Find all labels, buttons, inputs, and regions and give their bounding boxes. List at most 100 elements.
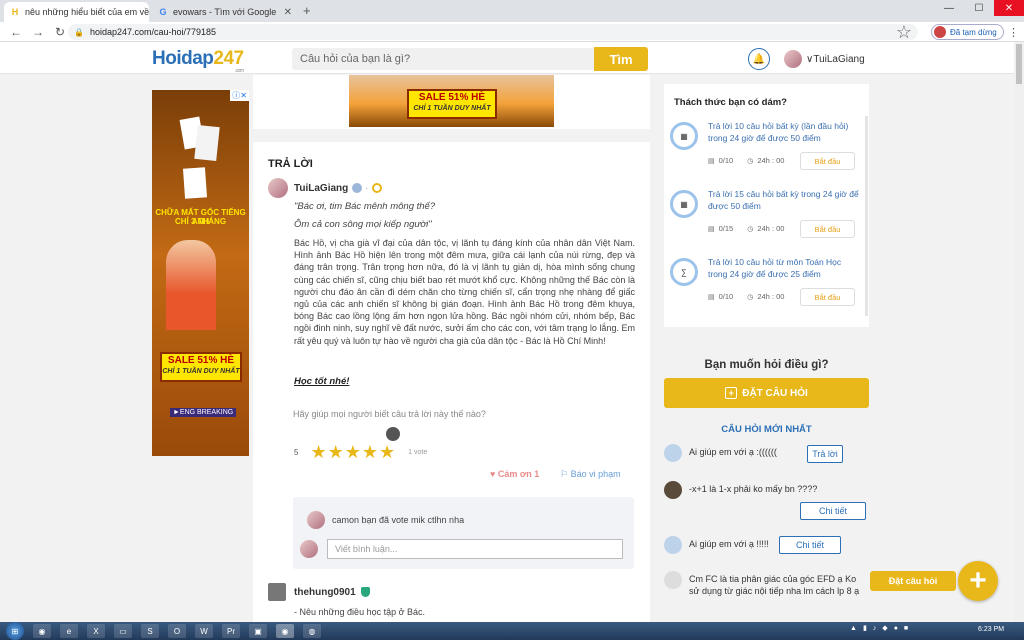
tray-icon[interactable]: ●: [894, 625, 898, 632]
logo-suffix: .com: [234, 68, 244, 74]
detail-button[interactable]: Chi tiết: [779, 536, 841, 554]
star-icon[interactable]: ★: [310, 443, 326, 461]
answer-author[interactable]: TuiLaGiang ·: [268, 178, 383, 198]
volume-icon[interactable]: ♪: [873, 625, 877, 632]
chrome-icon[interactable]: ◉: [33, 624, 51, 638]
list-item[interactable]: -x+1 là 1-x phải ko mấy bn ???? Chi tiết: [664, 481, 869, 521]
challenge-progress: 0/10: [718, 292, 734, 301]
bell-icon[interactable]: 🔔: [748, 48, 770, 70]
menu-dots-icon[interactable]: ⋮: [1008, 26, 1019, 39]
minimize-icon[interactable]: —: [934, 0, 964, 16]
browser-tab-active[interactable]: H nêu những hiểu biết của em về c ✕: [4, 2, 149, 22]
star-rating[interactable]: 5 ★ ★ ★ ★ ★ 1 vote: [294, 443, 427, 461]
premiere-icon[interactable]: Pr: [222, 624, 240, 638]
ie-icon[interactable]: e: [60, 624, 78, 638]
separator-dot: ·: [365, 183, 369, 193]
sale-subtitle: CHỈ 1 TUẦN DUY NHẤT: [162, 368, 240, 375]
top-banner-ad[interactable]: SALE 51% HÈ CHỈ 1 TUẦN DUY NHẤT: [349, 75, 554, 127]
back-icon[interactable]: ←: [10, 25, 22, 39]
start-challenge-button[interactable]: Bắt đầu: [800, 152, 855, 170]
star-icon[interactable]: ★: [328, 443, 344, 461]
comment-input[interactable]: Viết bình luận...: [327, 539, 623, 559]
add-question-icon: +: [725, 387, 738, 399]
answer-2-text: - Nêu những điều học tập ở Bác.: [294, 607, 426, 617]
answer-2-author[interactable]: thehung0901: [268, 583, 370, 601]
taskbar-clock[interactable]: 6:23 PM: [978, 626, 1004, 633]
avatar: [664, 481, 682, 499]
question-text[interactable]: -x+1 là 1-x phải ko mấy bn ????: [689, 483, 867, 495]
star-icon[interactable]: ★: [362, 443, 378, 461]
word-icon[interactable]: W: [195, 624, 213, 638]
answer-button[interactable]: Trả lời: [807, 445, 843, 463]
ask-fab-button[interactable]: +: [958, 561, 998, 601]
browser-tab-google[interactable]: G evowars - Tìm với Google ✕: [152, 2, 298, 22]
maximize-icon[interactable]: ☐: [964, 0, 994, 16]
start-challenge-button[interactable]: Bắt đầu: [800, 220, 855, 238]
windows-taskbar: ⊞ ◉ e X ▭ S O W Pr ▣ ◉ ◍ ▲ ▮ ♪ ◆ ● ■ 6:2…: [0, 622, 1024, 640]
profile-avatar: [934, 26, 946, 38]
app-icon[interactable]: ◍: [303, 624, 321, 638]
avatar: [268, 178, 288, 198]
list-item[interactable]: Ai giúp em với ạ :(((((( Trả lời: [664, 444, 869, 484]
logo-number: 247: [213, 48, 244, 69]
ask-question-button[interactable]: + ĐẶT CÂU HỎI: [664, 378, 869, 408]
author-name[interactable]: TuiLaGiang: [294, 183, 348, 194]
author-name[interactable]: thehung0901: [294, 587, 356, 598]
star-icon[interactable]: ★: [379, 443, 395, 461]
challenge-time: 24h : 00: [757, 292, 785, 301]
question-text[interactable]: Cm FC là tia phân giác của góc EFD ạ Ko …: [689, 573, 867, 597]
clock-icon: ◷: [747, 225, 754, 233]
new-tab-icon[interactable]: +: [303, 3, 311, 18]
challenge-scrollbar[interactable]: [865, 116, 868, 316]
forward-icon[interactable]: →: [32, 25, 44, 39]
avatar: [664, 536, 682, 554]
user-menu[interactable]: ∨ TuiLaGiang: [784, 50, 865, 68]
list-icon: ▤: [708, 157, 715, 165]
bookmark-star-icon[interactable]: ☆: [896, 23, 912, 41]
chrome-active-icon[interactable]: ◉: [276, 624, 294, 638]
folder-icon[interactable]: ▭: [114, 624, 132, 638]
ad-choices-icon[interactable]: ⓘ✕: [230, 90, 249, 101]
excel-icon[interactable]: X: [87, 624, 105, 638]
browser-toolbar: ← → ↻ 🔒 hoidap247.com/cau-hoi/779185 ☆ Đ…: [0, 22, 1024, 42]
star-icon[interactable]: ★: [345, 443, 361, 461]
ad-person-image: [166, 240, 216, 330]
list-item[interactable]: Ai giúp em với ạ !!!!! Chi tiết: [664, 536, 869, 566]
tray-icon[interactable]: ■: [904, 625, 908, 632]
new-questions-title: CÂU HỎI MỚI NHẤT: [721, 424, 812, 435]
answer-quote-1: "Bác ơi, tim Bác mênh mông thế?: [294, 201, 436, 212]
outlook-icon[interactable]: O: [168, 624, 186, 638]
scrollbar-thumb[interactable]: [1016, 44, 1022, 84]
book-image: [194, 124, 220, 162]
avatar: [307, 511, 325, 529]
start-challenge-button[interactable]: Bắt đầu: [800, 288, 855, 306]
site-logo[interactable]: Hoidap247 .com: [152, 48, 244, 74]
thanks-button[interactable]: ♥ Cảm ơn 1: [490, 469, 539, 479]
list-item[interactable]: Cm FC là tia phân giác của góc EFD ạ Ko …: [664, 571, 869, 615]
left-banner-ad[interactable]: ⓘ✕ CHỮA MẤT GỐC TIẾNG ANH CHỈ 3 THÁNG SA…: [152, 90, 249, 456]
skype-icon[interactable]: S: [141, 624, 159, 638]
search-button[interactable]: Tìm: [594, 47, 648, 71]
ask-button-label: ĐẶT CÂU HỎI: [742, 387, 808, 399]
profile-button[interactable]: Đã tạm dừng: [931, 24, 1004, 40]
start-button-icon[interactable]: ⊞: [6, 622, 24, 640]
search-input[interactable]: Câu hỏi của bạn là gì?: [292, 48, 594, 70]
tray-icon[interactable]: ▲: [850, 625, 857, 632]
tray-icon[interactable]: ◆: [882, 624, 887, 632]
reload-icon[interactable]: ↻: [54, 25, 66, 39]
challenge-text: Trả lời 10 câu hỏi từ môn Toán Học trong…: [708, 257, 842, 279]
photo-icon[interactable]: ▣: [249, 624, 267, 638]
answer-signoff: Học tốt nhé!: [294, 376, 350, 387]
close-tab-icon[interactable]: ✕: [284, 7, 292, 18]
sale-title: SALE 51% HÈ: [418, 92, 486, 103]
address-bar[interactable]: 🔒 hoidap247.com/cau-hoi/779185 ☆: [68, 23, 918, 41]
report-button[interactable]: ⚐ Báo vi phạm: [560, 469, 621, 480]
grid-icon: ▦: [670, 190, 698, 218]
ad-headline-sub: CHỈ 3 THÁNG: [174, 217, 227, 226]
fab-label[interactable]: Đặt câu hỏi: [870, 571, 956, 591]
window-close-icon[interactable]: ✕: [994, 0, 1024, 16]
network-icon[interactable]: ▮: [863, 624, 867, 632]
detail-button[interactable]: Chi tiết: [800, 502, 866, 520]
ad-brand: ►ENG BREAKING: [170, 408, 237, 417]
page-scrollbar[interactable]: [1014, 42, 1024, 622]
